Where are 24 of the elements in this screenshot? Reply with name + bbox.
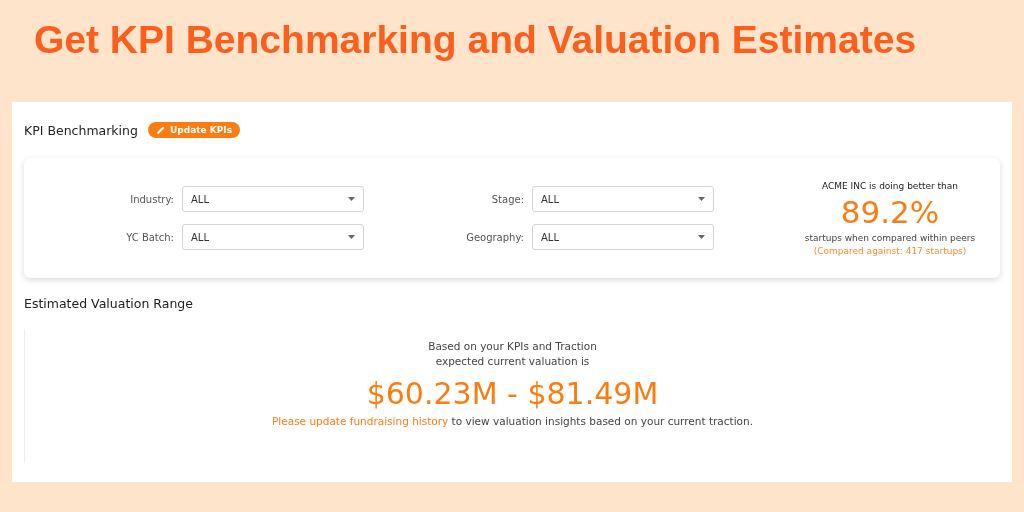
caret-icon <box>348 235 355 239</box>
filter-dropdown[interactable]: ALL <box>182 186 364 212</box>
valuation-intro: Based on your KPIs and Traction <box>428 339 597 354</box>
page-headline: Get KPI Benchmarking and Valuation Estimates <box>34 17 918 63</box>
filter-dropdown[interactable]: ALL <box>182 224 364 250</box>
caret-icon <box>698 235 705 239</box>
summary-caption: startups when compared within peers <box>804 232 976 243</box>
section-title: Estimated Valuation Range <box>24 296 194 311</box>
comparison-note: (Compared against: 417 startups) <box>813 245 967 256</box>
percentile-value: 89.2% <box>840 192 940 232</box>
filter-label: YC Batch: <box>126 231 174 243</box>
valuation-intro: expected current valuation is <box>435 354 590 369</box>
filter-dropdown[interactable]: ALL <box>532 224 714 250</box>
filter-label: Geography: <box>466 231 524 243</box>
pencil-icon <box>155 125 166 135</box>
filter-dropdown[interactable]: ALL <box>532 186 714 212</box>
caret-icon <box>698 197 705 201</box>
filter-label: Industry: <box>130 193 174 205</box>
filter-label: Stage: <box>491 193 524 205</box>
valuation-range: $60.23M - $81.49M <box>366 375 659 413</box>
summary-intro: ACME INC is doing better than <box>821 180 958 191</box>
section-title: KPI Benchmarking <box>24 122 138 138</box>
valuation-message: Please update fundraising history to view valuation insights based on your current traction. <box>272 415 753 427</box>
caret-icon <box>348 197 355 201</box>
